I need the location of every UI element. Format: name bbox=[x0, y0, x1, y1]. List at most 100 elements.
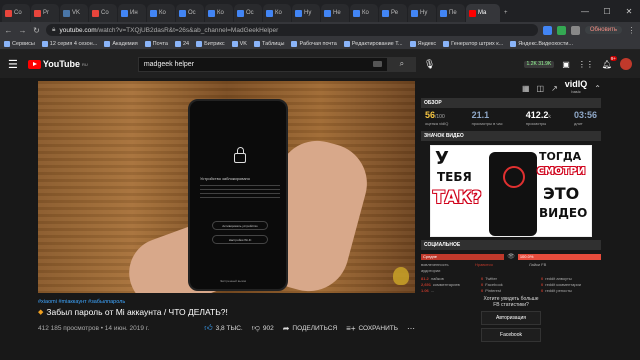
bookmark-item[interactable]: Академия bbox=[104, 40, 138, 47]
maximize-icon[interactable]: ☐ bbox=[596, 7, 618, 16]
bookmark-item[interactable]: Сервисы bbox=[4, 40, 35, 47]
bookmarks-bar: Сервисы 12 серия 4 сезон... Академия Почта 2… bbox=[0, 38, 640, 50]
vidiq-grid-icon[interactable]: ▦ bbox=[522, 84, 530, 93]
bookmark-item[interactable]: Рабочая почта bbox=[291, 40, 337, 47]
minimize-icon[interactable]: — bbox=[574, 7, 596, 16]
primary-column: Устройство заблокировано Активировать ус… bbox=[38, 81, 415, 342]
channel-watermark[interactable] bbox=[393, 267, 409, 285]
bookmark-item[interactable]: Яндекс bbox=[409, 40, 436, 47]
bookmark-label: Яндекс.Видеохости... bbox=[518, 40, 573, 47]
browser-tab[interactable]: Pr bbox=[31, 4, 59, 22]
bookmark-item[interactable]: Почта bbox=[144, 40, 168, 47]
search-button[interactable]: ⌕ bbox=[387, 56, 416, 72]
vidiq-stat: 21.1 просмотры в час bbox=[472, 110, 503, 126]
youtube-play-icon bbox=[27, 59, 41, 69]
video-player[interactable]: Устройство заблокировано Активировать ус… bbox=[38, 81, 415, 293]
extension-icon[interactable] bbox=[570, 25, 580, 35]
new-tab-icon[interactable]: + bbox=[501, 4, 513, 22]
close-icon[interactable]: ✕ bbox=[618, 7, 640, 16]
browser-tab[interactable]: Ma bbox=[466, 4, 500, 22]
authorize-button[interactable]: Авторизация bbox=[481, 311, 541, 325]
vidiq-counter[interactable]: 1.2K 31.9K bbox=[523, 60, 555, 68]
browser-tab[interactable]: Ос bbox=[176, 4, 204, 22]
vidiq-logo[interactable]: vidIQ basic bbox=[565, 80, 588, 95]
browser-tab[interactable]: Co bbox=[2, 4, 30, 22]
bookmark-item[interactable]: Редактирование Т... bbox=[343, 40, 403, 47]
vidiq-stat: 03:56 длит bbox=[574, 110, 597, 126]
create-video-icon[interactable]: ▣ bbox=[562, 60, 570, 69]
thumbnail-phone bbox=[489, 152, 537, 236]
browser-tab[interactable]: Co bbox=[89, 4, 117, 22]
bookmark-item[interactable]: 12 серия 4 сезон... bbox=[41, 40, 97, 47]
vidiq-panel: ▦ ◫ ↗ vidIQ basic ⌃ ОБЗОР 56/100 оценка vi… bbox=[421, 80, 601, 342]
bookmark-item[interactable]: Яндекс.Видеохости... bbox=[510, 40, 573, 47]
menu-icon[interactable]: ⋮ bbox=[627, 26, 636, 35]
browser-tab[interactable]: Не bbox=[321, 4, 349, 22]
more-button[interactable]: ⋯ bbox=[407, 324, 415, 333]
share-button[interactable]: ➦ ПОДЕЛИТЬСЯ bbox=[283, 324, 337, 333]
keyboard-icon[interactable] bbox=[372, 61, 382, 67]
microphone-icon[interactable]: 🎙︎ bbox=[424, 59, 435, 70]
browser-tab[interactable]: VK bbox=[60, 4, 88, 22]
favicon-icon bbox=[237, 9, 244, 17]
vidiq-trend-icon[interactable]: ↗ bbox=[551, 84, 558, 93]
browser-tab[interactable]: Ре bbox=[379, 4, 407, 22]
vidiq-compare-icon[interactable]: ◫ bbox=[537, 84, 545, 93]
window-controls: — ☐ ✕ bbox=[574, 0, 640, 22]
social-metric-column: 0 Twitter 0 Facebook 0 Pinterest bbox=[481, 276, 533, 294]
browser-tab[interactable]: Ну bbox=[408, 4, 436, 22]
search-input[interactable]: madgeek helper bbox=[137, 56, 388, 72]
forward-icon[interactable]: → bbox=[18, 26, 27, 35]
browser-tab[interactable]: Ко bbox=[147, 4, 175, 22]
vidiq-toolbar: ▦ ◫ ↗ vidIQ basic ⌃ bbox=[421, 80, 601, 95]
header-actions: 1.2K 31.9K ▣ ⋮⋮ 🔔︎ 9+ bbox=[523, 55, 632, 70]
avatar[interactable] bbox=[620, 58, 632, 70]
video-thumbnail[interactable]: У ТЕБЯ ТАК? ТОГДА СМОТРИ ЭТО ВИДЕО bbox=[430, 145, 592, 237]
facebook-button[interactable]: Facebook bbox=[481, 328, 541, 342]
like-button[interactable]: 👍︎ 3,8 ТЫС. bbox=[204, 323, 242, 333]
browser-tab[interactable]: Ну bbox=[292, 4, 320, 22]
browser-tab[interactable]: Ос bbox=[234, 4, 262, 22]
collapse-icon[interactable]: ⌃ bbox=[594, 84, 601, 93]
bookmark-item[interactable]: VK bbox=[231, 40, 247, 47]
url-field[interactable]: 🔒︎ youtube.com /watch?v=TXQjUB2dasR&t=26… bbox=[46, 24, 538, 36]
bookmark-icon bbox=[104, 40, 111, 47]
tab-label: Ко bbox=[275, 10, 282, 16]
stat-value: 03:56 bbox=[573, 110, 597, 120]
browser-tab[interactable]: Ко bbox=[350, 4, 378, 22]
thumbnail-header[interactable]: ЗНАЧОК ВИДЕО bbox=[421, 131, 601, 141]
bookmark-item[interactable]: Таблицы bbox=[253, 40, 284, 47]
apps-icon[interactable]: ⋮⋮ bbox=[578, 60, 594, 69]
extension-icon[interactable] bbox=[542, 25, 552, 35]
notifications-icon[interactable]: 🔔︎ 9+ bbox=[602, 55, 617, 69]
update-button[interactable]: Обновить bbox=[584, 26, 622, 34]
bookmark-item[interactable]: Битрикс bbox=[196, 40, 225, 47]
tab-label: Ос bbox=[246, 10, 254, 16]
bookmark-icon bbox=[41, 40, 48, 47]
search-query: madgeek helper bbox=[143, 60, 195, 68]
video-hashtags[interactable]: #xiaomi #miаккаунт #забылпароль bbox=[38, 299, 415, 305]
youtube-logo[interactable]: YouTube RU bbox=[27, 59, 88, 69]
overview-header[interactable]: ОБЗОР bbox=[421, 98, 601, 108]
notification-badge: 9+ bbox=[609, 55, 617, 61]
tab-label: Ко bbox=[362, 10, 369, 16]
hamburger-menu-icon[interactable]: ☰ bbox=[8, 58, 18, 71]
extension-icon[interactable] bbox=[556, 25, 566, 35]
browser-tab[interactable]: Ко bbox=[205, 4, 233, 22]
bookmark-icon bbox=[4, 40, 10, 47]
bookmark-item[interactable]: 24 bbox=[174, 40, 189, 47]
social-header[interactable]: СОЦИАЛЬНОЕ bbox=[421, 240, 601, 250]
browser-tab[interactable]: Ин bbox=[118, 4, 146, 22]
favicon-icon bbox=[382, 9, 389, 17]
save-button[interactable]: ≡+ СОХРАНИТЬ bbox=[346, 324, 398, 333]
reload-icon[interactable]: ↻ bbox=[32, 26, 41, 35]
back-icon[interactable]: ← bbox=[4, 26, 13, 35]
favicon-icon bbox=[63, 9, 70, 17]
browser-tab[interactable]: Пе bbox=[437, 4, 465, 22]
dislike-button[interactable]: 👎︎ 902 bbox=[252, 323, 274, 333]
bookmark-item[interactable]: Генератор штрих к... bbox=[443, 40, 503, 47]
bookmark-label: Почта bbox=[152, 40, 168, 47]
bookmark-label: Битрикс bbox=[204, 40, 225, 47]
watch-page: Устройство заблокировано Активировать ус… bbox=[0, 78, 640, 342]
browser-tab[interactable]: Ко bbox=[263, 4, 291, 22]
